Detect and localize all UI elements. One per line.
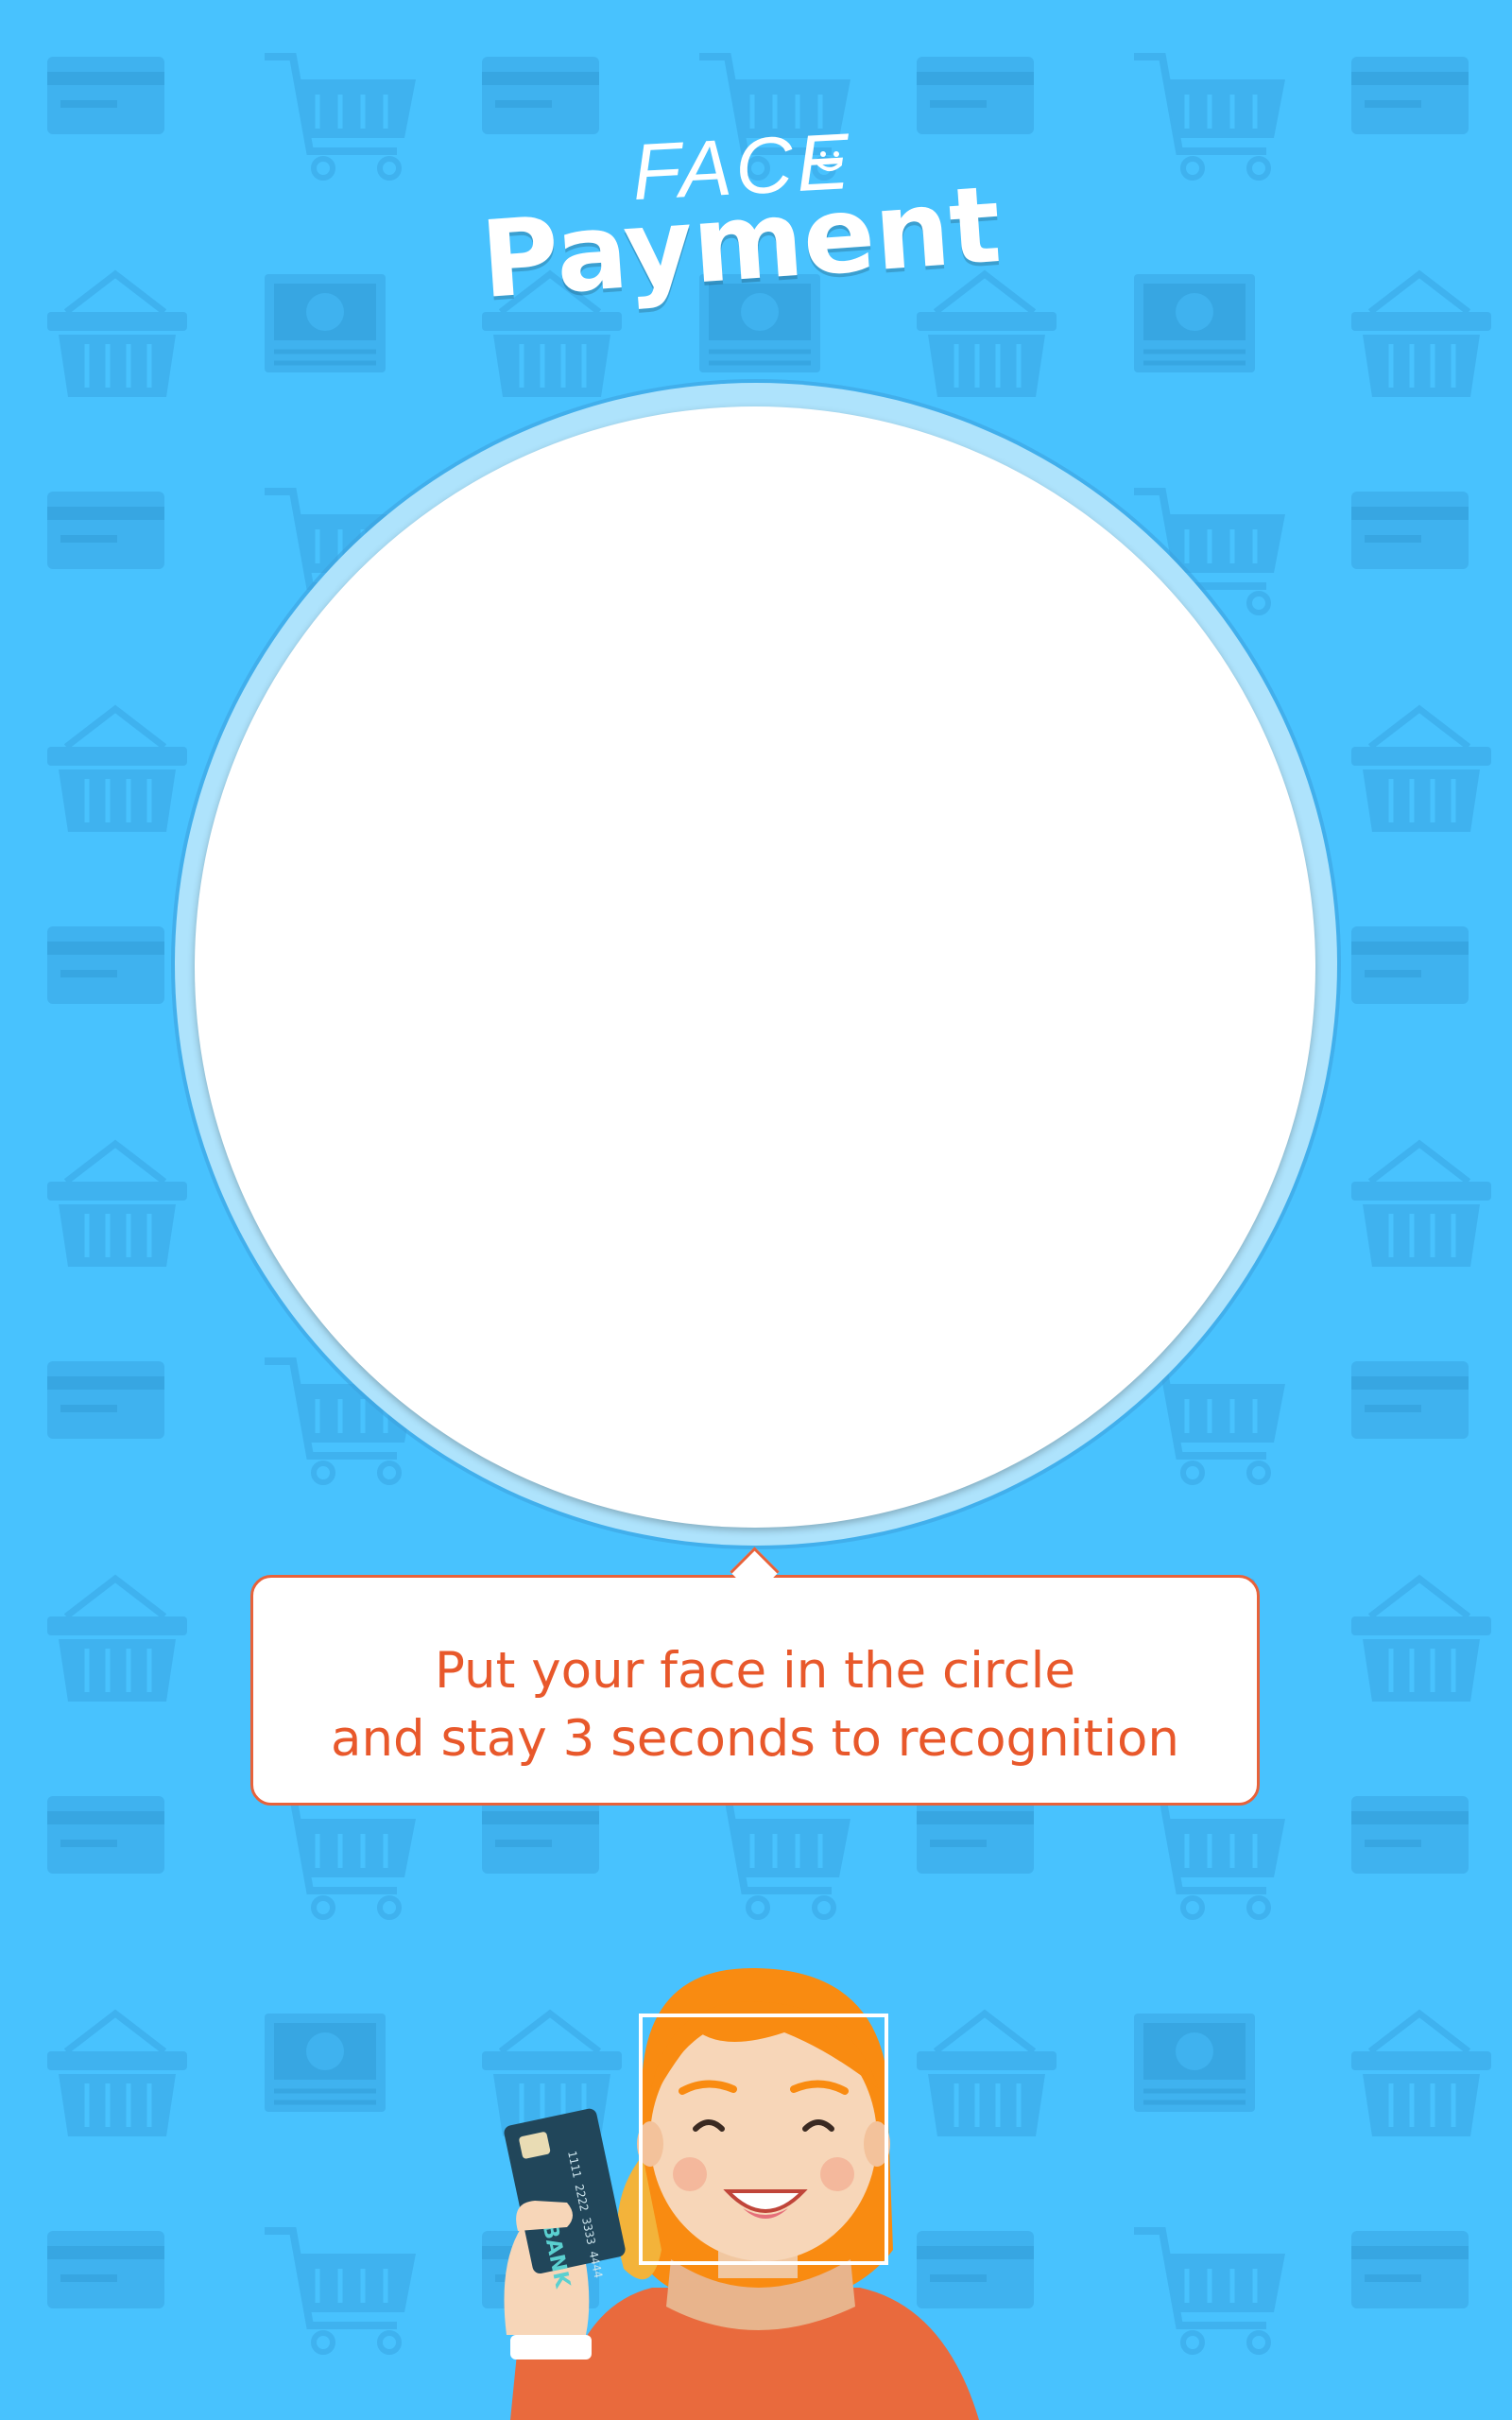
pattern-tile: [1351, 1144, 1491, 1267]
pattern-tile: [482, 1796, 599, 1874]
pattern-tile: [1351, 2014, 1491, 2136]
pattern-tile: [1351, 709, 1491, 832]
pattern-tile: [1351, 1579, 1491, 1702]
face-scan-illustration: BANK 1111 2222 3333 4444: [504, 1967, 979, 2420]
pattern-tile: [47, 1579, 187, 1702]
pattern-tile: [47, 1796, 164, 1874]
face-camera-area[interactable]: [195, 406, 1315, 1528]
pattern-tile: [47, 57, 164, 134]
pattern-tile: [1134, 1796, 1285, 1917]
pattern-tile: [47, 2014, 187, 2136]
pattern-tile: [1134, 2014, 1255, 2112]
pattern-tile: [1351, 926, 1469, 1004]
pattern-tile: [47, 492, 164, 569]
pattern-tile: [47, 926, 164, 1004]
pattern-tile: [265, 2231, 416, 2352]
pattern-tile: [1134, 2231, 1285, 2352]
pattern-tile: [699, 1796, 850, 1917]
pattern-tile: [1351, 2231, 1469, 2308]
pattern-tile: [1351, 1796, 1469, 1874]
pattern-tile: [917, 1796, 1034, 1874]
instruction-tooltip: Put your face in the circle and stay 3 s…: [250, 1575, 1260, 1806]
pattern-tile: [917, 274, 1057, 397]
pattern-tile: [1351, 492, 1469, 569]
instruction-line-1: Put your face in the circle: [435, 1642, 1075, 1700]
pattern-tile: [47, 2231, 164, 2308]
pattern-tile: [47, 1361, 164, 1439]
pattern-tile: [1351, 1361, 1469, 1439]
pattern-tile: [482, 57, 599, 134]
pattern-tile: [265, 1796, 416, 1917]
pattern-tile: [265, 2014, 386, 2112]
pattern-tile: [1351, 274, 1491, 397]
pattern-tile: [1134, 274, 1255, 372]
pattern-tile: [47, 1144, 187, 1267]
instruction-line-2: and stay 3 seconds to recognition: [330, 1710, 1180, 1768]
pattern-tile: [47, 709, 187, 832]
